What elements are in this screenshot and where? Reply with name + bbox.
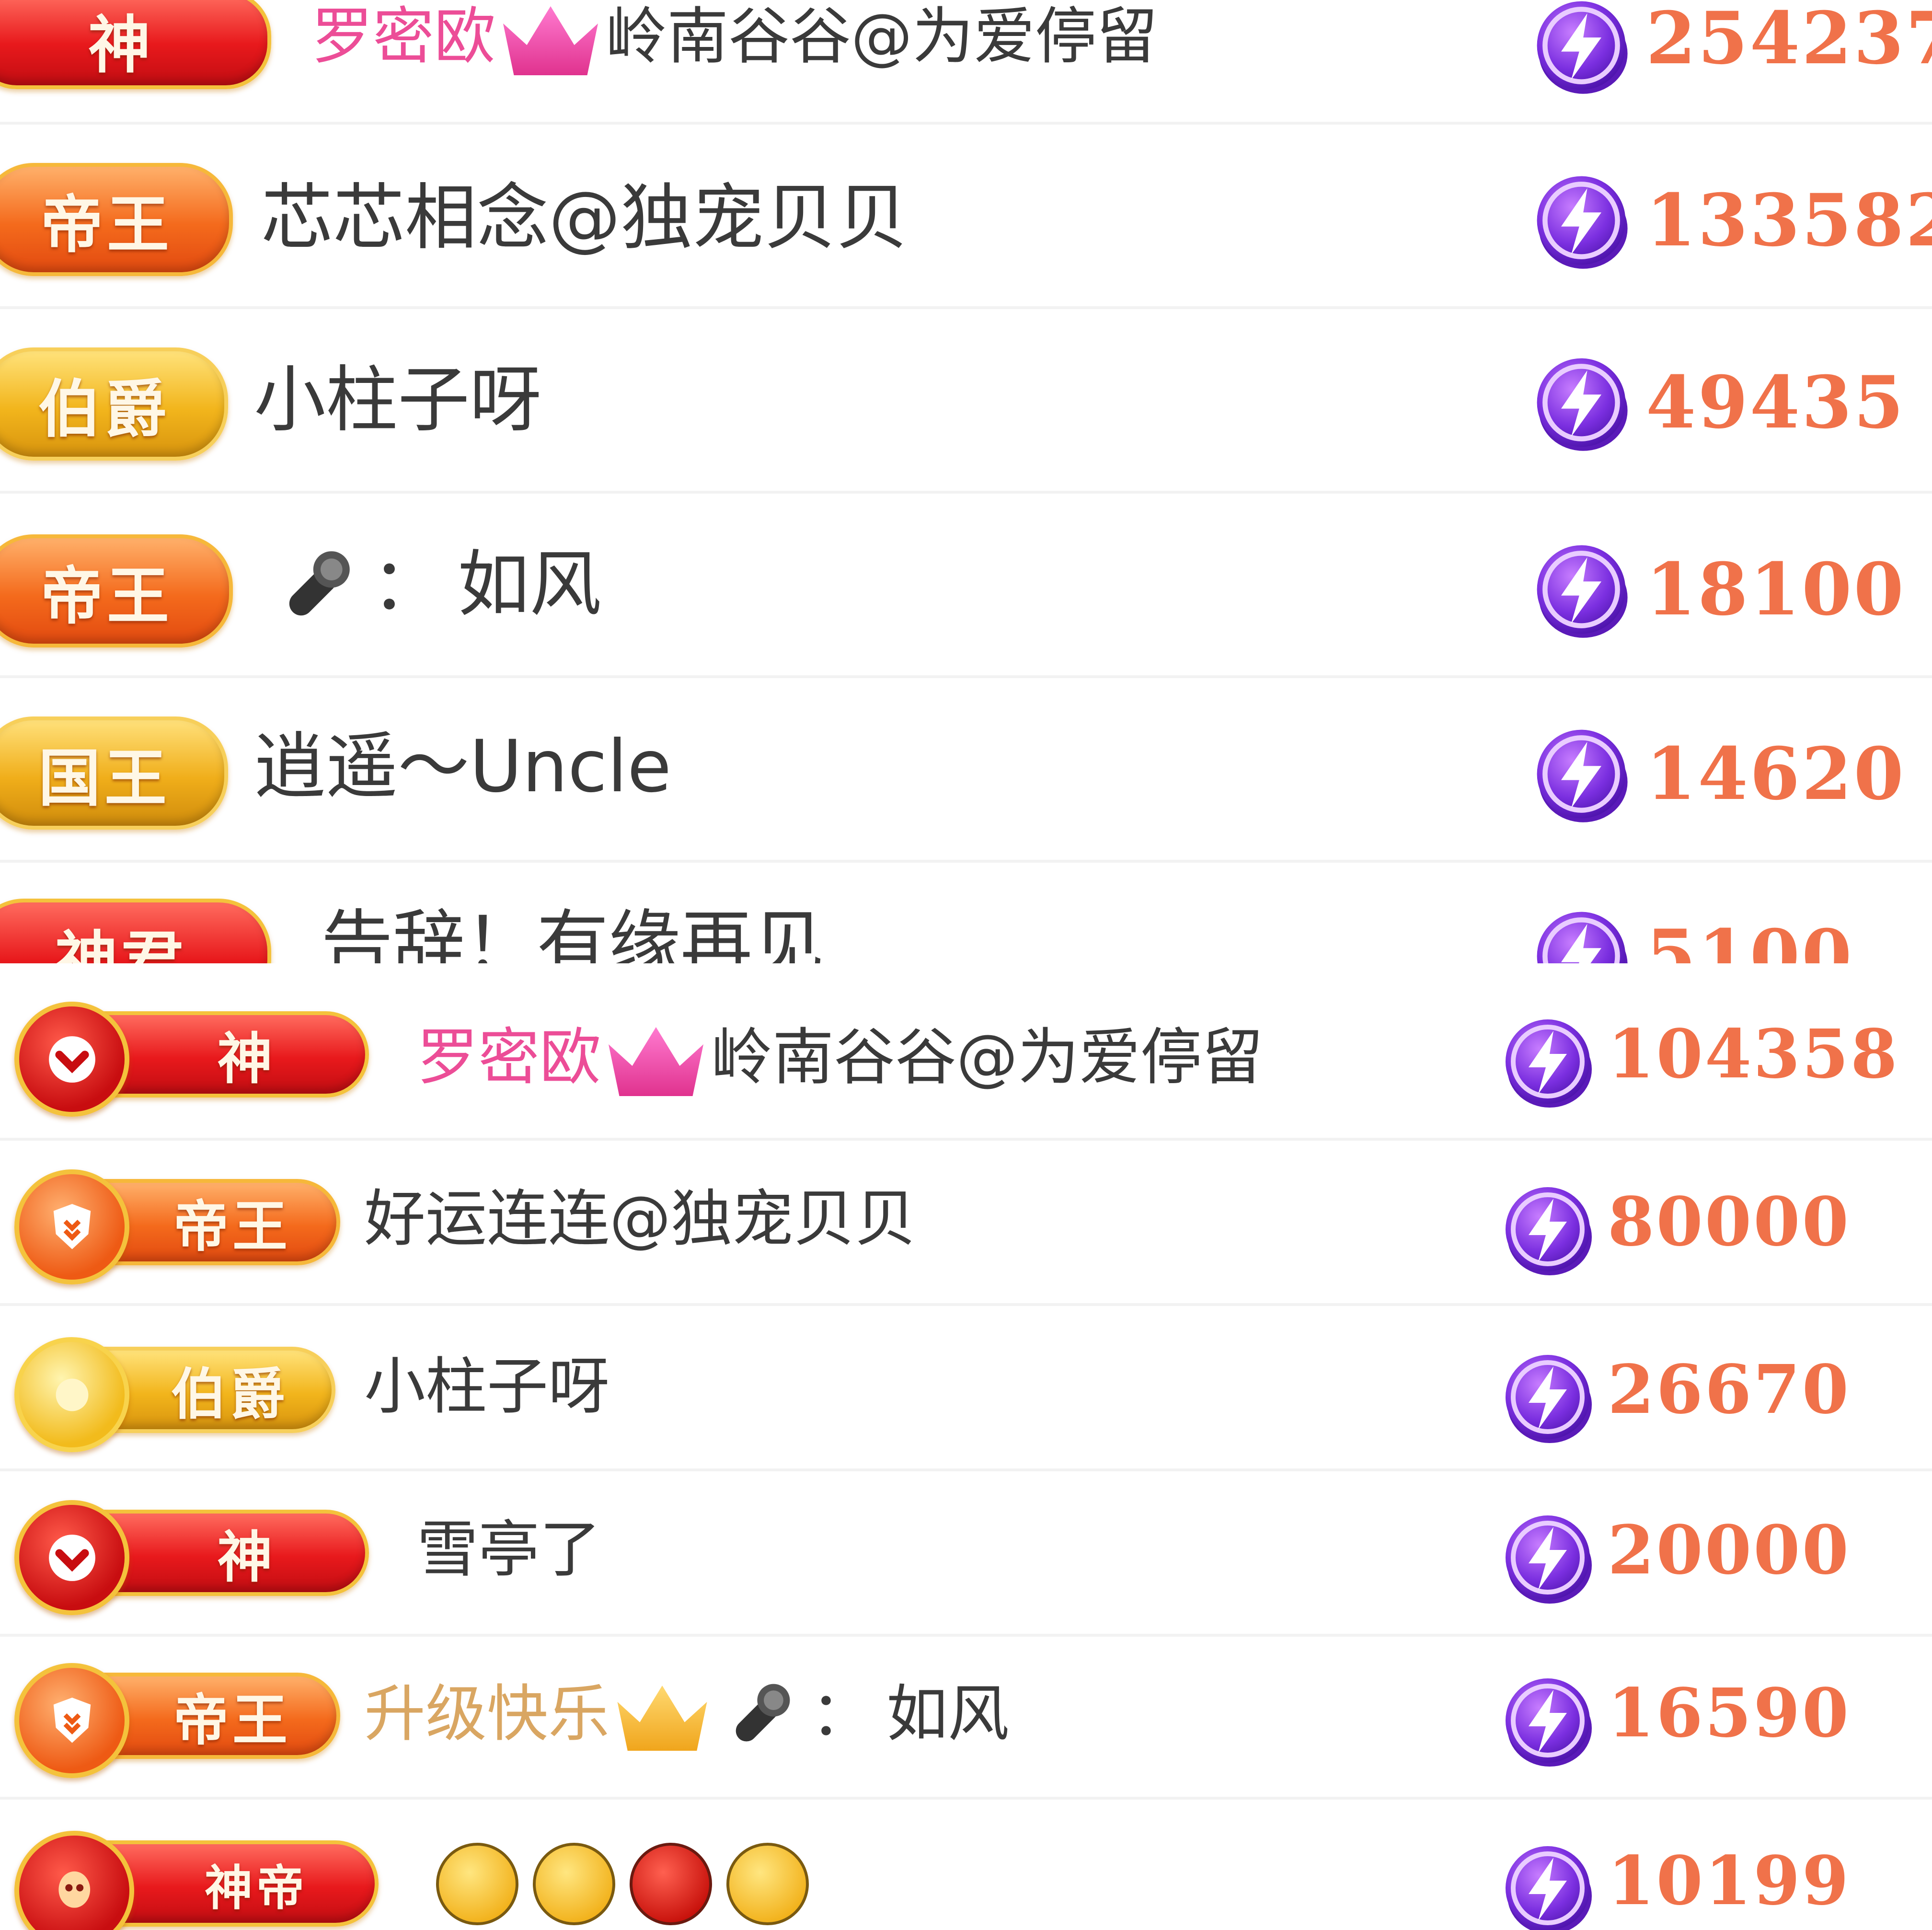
- lightning-coin-icon: [1531, 170, 1632, 271]
- list-item[interactable]: 国王 逍遥～Uncle 14620: [0, 678, 1932, 863]
- level-badge-shenjun: 神君: [0, 899, 271, 963]
- list-item[interactable]: 帝王 好运连连@独宠贝贝 80000: [0, 1141, 1932, 1306]
- chevron-down-icon: [43, 1529, 101, 1587]
- user-name: 小柱子呀: [364, 1351, 610, 1422]
- grinning-sweat-icon: [533, 1843, 615, 1925]
- gift-amount: 133582: [1646, 178, 1932, 263]
- gift-amount: 18100: [1646, 547, 1906, 632]
- user-name-main: 岭南谷谷@为爱停留: [606, 1, 1158, 73]
- level-badge-shen: 神: [0, 0, 271, 89]
- level-emblem: [14, 1169, 129, 1284]
- list-item[interactable]: 伯爵 小柱子呀 26670: [0, 1306, 1932, 1471]
- gift-amount: 80000: [1608, 1183, 1851, 1261]
- user-name: 告辞！有缘再见: [321, 902, 825, 963]
- badge-label: 帝王: [40, 188, 173, 261]
- lightning-coin-icon: [1531, 906, 1632, 963]
- level-emblem: [14, 1663, 129, 1778]
- user-name-main: 岭南谷谷@为爱停留: [711, 1022, 1264, 1094]
- badge-label: 伯爵: [38, 373, 171, 446]
- user-name: 升级快乐 ：如风: [364, 1677, 1009, 1759]
- shield-icon: [53, 1697, 91, 1743]
- lightning-coin-icon: [1531, 724, 1632, 824]
- list-item[interactable]: 神 罗密欧 岭南谷谷@为爱停留 104358: [0, 963, 1932, 1141]
- user-name: 小柱子呀: [254, 358, 542, 442]
- badge-label: 伯爵: [171, 1363, 289, 1427]
- user-name: 好运连连@独宠贝贝: [364, 1183, 917, 1255]
- user-name: 雪亭了: [417, 1514, 601, 1585]
- gem-icon: [56, 1378, 88, 1411]
- level-badge-diwang: 帝王: [0, 163, 233, 276]
- emoji-row: [436, 1843, 823, 1925]
- gift-amount: 16590: [1608, 1674, 1851, 1753]
- separator: ：: [371, 543, 444, 627]
- user-name-prefix: 罗密欧: [311, 1, 496, 73]
- lightning-coin-icon: [1500, 1014, 1596, 1109]
- badge-label: 神帝: [205, 1860, 308, 1916]
- badge-label: 神: [88, 9, 154, 81]
- level-badge-guowang: 国王: [0, 717, 228, 830]
- badge-label: 帝王: [173, 1195, 291, 1259]
- user-name: ：如风: [266, 544, 601, 635]
- user-name-prefix: 升级快乐: [364, 1678, 610, 1750]
- microphone-icon: [715, 1677, 796, 1759]
- lightning-coin-icon: [1531, 0, 1632, 96]
- list-item[interactable]: 帝王 升级快乐 ：如风 16590: [0, 1637, 1932, 1800]
- level-emblem: [14, 1337, 129, 1452]
- gift-amount: 104358: [1608, 1015, 1899, 1094]
- user-name: 逍遥～Uncle: [254, 725, 672, 809]
- lightning-coin-icon: [1500, 1840, 1596, 1930]
- angry-red-icon: [630, 1843, 712, 1925]
- list-item[interactable]: 帝王 芯芯相念@独宠贝贝 133582: [0, 125, 1932, 309]
- lightning-coin-icon: [1500, 1510, 1596, 1606]
- user-name-main: 如风: [886, 1678, 1010, 1750]
- badge-label: 帝王: [173, 1688, 291, 1753]
- gift-amount: 5100: [1646, 914, 1854, 963]
- level-emblem: [14, 1500, 129, 1615]
- level-badge-diwang: 帝王: [0, 534, 233, 647]
- badge-label: 神君: [55, 924, 187, 963]
- smiling-icon: [726, 1843, 809, 1925]
- gift-amount: 254237: [1646, 0, 1932, 81]
- list-item[interactable]: 神君 告辞！有缘再见 5100: [0, 863, 1932, 963]
- list-item[interactable]: 帝王 ：如风 18100: [0, 494, 1932, 678]
- lightning-coin-icon: [1500, 1673, 1596, 1768]
- lightning-coin-icon: [1531, 352, 1632, 453]
- chevron-down-icon: [43, 1030, 101, 1088]
- lightning-coin-icon: [1500, 1349, 1596, 1445]
- badge-label: 神: [217, 1526, 276, 1590]
- gift-amount: 10199: [1608, 1842, 1851, 1920]
- gift-amount: 49435: [1646, 360, 1906, 445]
- pink-crown-icon: [601, 1018, 711, 1105]
- badge-label: 神: [217, 1027, 276, 1091]
- shield-icon: [53, 1203, 91, 1249]
- ranking-panel-top: 神 罗密欧 岭南谷谷@为爱停留 254237 帝王 芯芯相念@独宠贝贝 13358…: [0, 0, 1932, 963]
- user-name-prefix: 罗密欧: [417, 1022, 601, 1094]
- list-item[interactable]: 神 雪亭了 20000: [0, 1471, 1932, 1637]
- separator: ：: [811, 1678, 873, 1750]
- level-emblem: [14, 1002, 129, 1117]
- gift-amount: 20000: [1608, 1511, 1851, 1590]
- gift-amount: 26670: [1608, 1351, 1851, 1429]
- user-name: 罗密欧 岭南谷谷@为爱停留: [311, 0, 1158, 84]
- badge-label: 帝王: [40, 560, 173, 633]
- lightning-coin-icon: [1500, 1181, 1596, 1277]
- user-name: 芯芯相念@独宠贝贝: [261, 176, 908, 260]
- skull-icon: [58, 1871, 90, 1908]
- level-badge-bojue: 伯爵: [0, 347, 228, 461]
- laughing-tears-icon: [436, 1843, 518, 1925]
- user-name: 罗密欧 岭南谷谷@为爱停留: [417, 1018, 1263, 1105]
- lightning-coin-icon: [1531, 539, 1632, 640]
- list-item[interactable]: 神帝 10199: [0, 1800, 1932, 1930]
- list-item[interactable]: 神 罗密欧 岭南谷谷@为爱停留 254237: [0, 0, 1932, 125]
- list-item[interactable]: 伯爵 小柱子呀 49435: [0, 309, 1932, 494]
- pink-crown-icon: [495, 0, 606, 84]
- gold-crown-icon: [610, 1677, 715, 1759]
- gift-amount: 14620: [1646, 732, 1906, 816]
- microphone-icon: [266, 544, 357, 635]
- user-name-main: 如风: [458, 543, 602, 627]
- badge-label: 国王: [38, 742, 171, 815]
- ranking-panel-bottom: 神 罗密欧 岭南谷谷@为爱停留 104358 帝王 好运连连@独宠贝贝 80000…: [0, 963, 1932, 1930]
